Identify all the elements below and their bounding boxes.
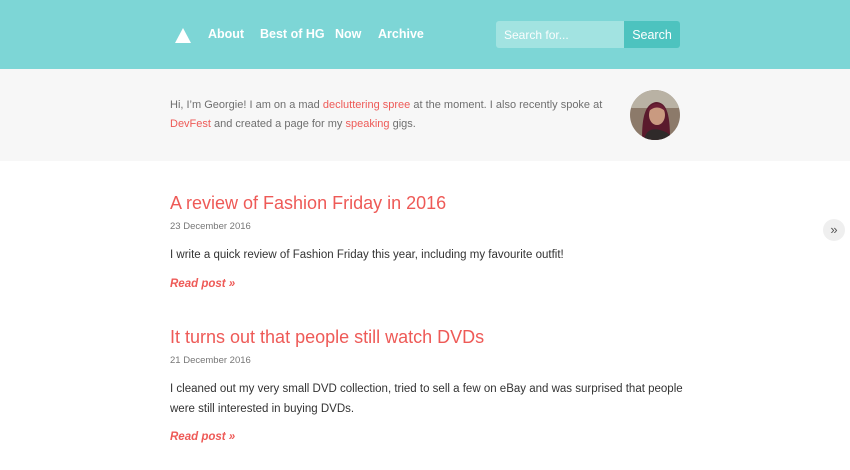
avatar-photo [630, 90, 680, 140]
post-title[interactable]: A review of Fashion Friday in 2016 [170, 193, 446, 214]
triangle-logo-icon[interactable] [175, 28, 191, 43]
read-post-link[interactable]: Read post » [170, 431, 235, 443]
post-date: 21 December 2016 [170, 355, 251, 366]
nav-now[interactable]: Now [335, 27, 361, 41]
search-input[interactable] [496, 21, 625, 48]
site-header: About Best of HG Now Archive Search [0, 0, 850, 69]
avatar [630, 90, 680, 140]
post-title[interactable]: It turns out that people still watch DVD… [170, 327, 484, 348]
read-post-link[interactable]: Read post » [170, 278, 235, 290]
next-page-button[interactable]: » [823, 219, 845, 241]
intro-text-part: at the moment. I also recently spoke at [410, 99, 603, 111]
search-button[interactable]: Search [624, 21, 680, 48]
intro-text-part: gigs. [389, 118, 416, 130]
intro-text-part: Hi, I’m Georgie! I am on a mad [170, 99, 323, 111]
nav-archive[interactable]: Archive [378, 27, 424, 41]
intro-text-part: and created a page for my [210, 118, 346, 130]
post-excerpt: I cleaned out my very small DVD collecti… [170, 383, 683, 415]
post-date: 23 December 2016 [170, 221, 251, 232]
devfest-link[interactable]: DevFest [170, 118, 211, 130]
nav-best-of-hg[interactable]: Best of HG [260, 27, 325, 41]
intro-text: Hi, I’m Georgie! I am on a mad declutter… [170, 96, 610, 134]
post-excerpt: I write a quick review of Fashion Friday… [170, 249, 564, 261]
decluttering-spree-link[interactable]: decluttering spree [323, 99, 410, 111]
speaking-link[interactable]: speaking [346, 118, 390, 130]
nav-about[interactable]: About [208, 27, 244, 41]
